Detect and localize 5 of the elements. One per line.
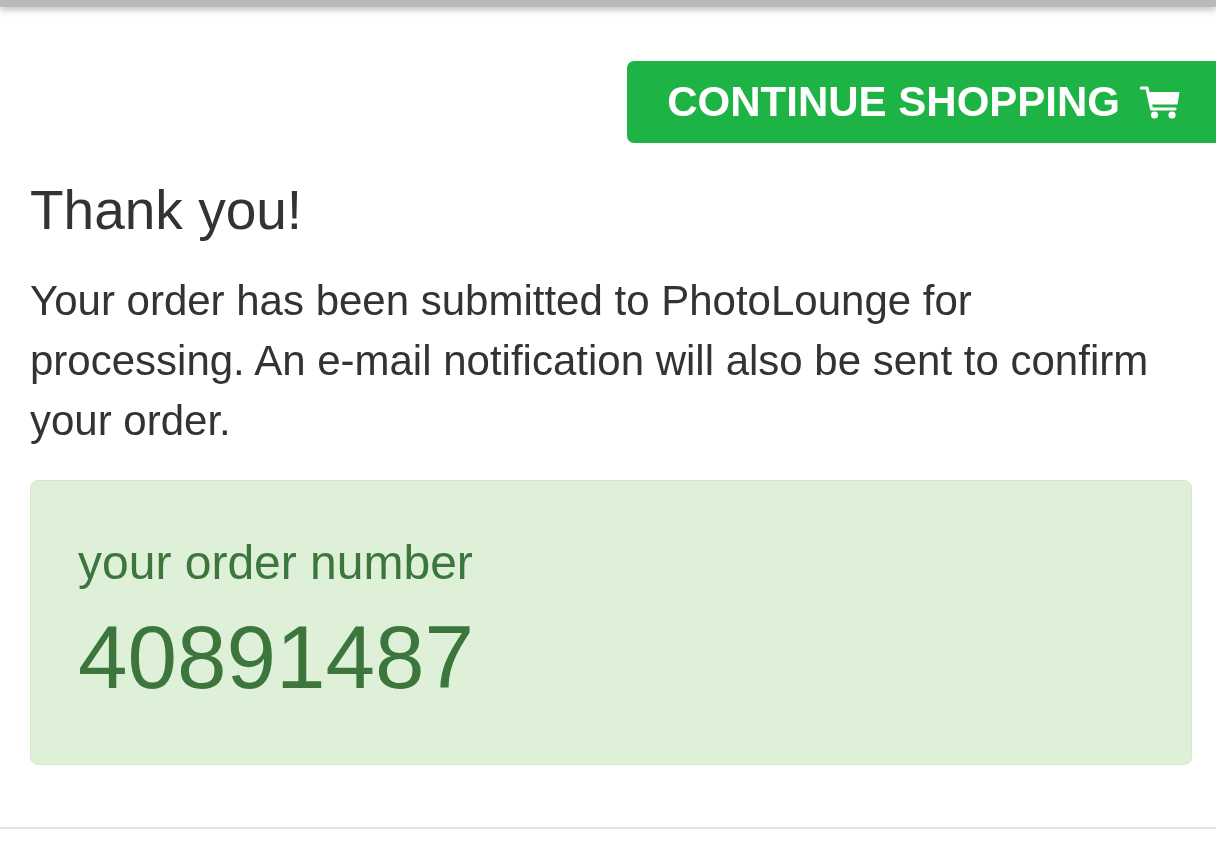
continue-shopping-button[interactable]: CONTINUE SHOPPING [627, 61, 1216, 143]
order-number: 40891487 [78, 613, 474, 702]
confirmation-message: Your order has been submitted to PhotoLounge for processing. An e-mail notification will also be sent to confirm your order. [30, 276, 1150, 446]
order-number-label: your order number [78, 539, 473, 587]
cart-icon [1140, 85, 1180, 119]
